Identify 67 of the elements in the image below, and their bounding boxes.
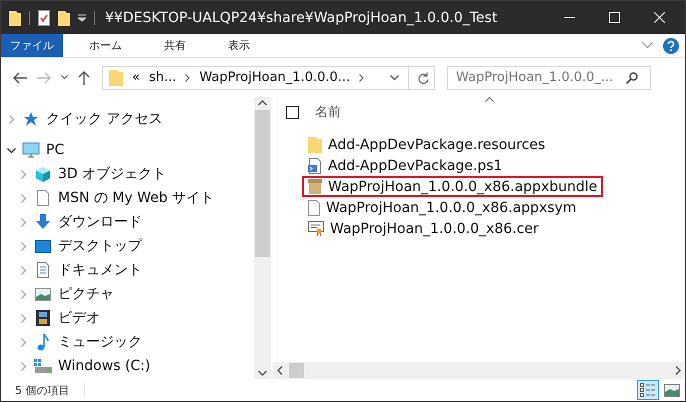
window-title: ¥¥DESKTOP-UALQP24¥share¥WapProjHoan_1.0.0.0_Test bbox=[105, 10, 498, 26]
ribbon-tab[interactable]: ファイル bbox=[1, 34, 63, 57]
close-icon[interactable] bbox=[654, 12, 665, 23]
monitor-icon bbox=[22, 142, 40, 158]
up-icon[interactable] bbox=[78, 70, 90, 84]
refresh-icon[interactable] bbox=[418, 72, 429, 84]
address-bar[interactable]: « sh... WapProjHoan_1.0.0.0... bbox=[102, 66, 435, 90]
breadcrumb[interactable]: « bbox=[132, 70, 140, 85]
download-arrow-icon bbox=[35, 214, 51, 230]
scrollbar-thumb[interactable] bbox=[289, 363, 304, 378]
maximize-icon[interactable] bbox=[609, 12, 620, 23]
cube-icon bbox=[35, 166, 51, 182]
nav-item[interactable]: ドキュメント bbox=[58, 261, 142, 279]
properties-icon[interactable] bbox=[38, 10, 50, 26]
folder-icon[interactable] bbox=[58, 10, 70, 26]
nav-item[interactable]: Windows (C:) bbox=[58, 358, 150, 374]
select-all-checkbox[interactable] bbox=[286, 106, 299, 118]
nav-item[interactable]: MSN の My Web サイト bbox=[58, 189, 214, 207]
scroll-left-icon[interactable] bbox=[277, 366, 283, 375]
nav-item[interactable]: PC bbox=[46, 142, 64, 158]
back-icon[interactable] bbox=[13, 72, 27, 84]
file-name[interactable]: WapProjHoan_1.0.0.0_x86.appxsym bbox=[326, 200, 576, 216]
nav-item[interactable]: デスクトップ bbox=[58, 237, 142, 255]
item-count: 5 個の項目 bbox=[15, 382, 70, 398]
breadcrumb[interactable]: sh... bbox=[148, 70, 176, 85]
scroll-down-icon[interactable] bbox=[258, 370, 267, 376]
details-view-button[interactable] bbox=[637, 380, 659, 400]
file-name[interactable]: WapProjHoan_1.0.0.0_x86.appxbundle bbox=[328, 178, 598, 194]
document-icon bbox=[37, 262, 49, 278]
expand-ribbon-icon[interactable] bbox=[642, 42, 653, 49]
scroll-up-icon[interactable] bbox=[258, 100, 267, 106]
nav-item[interactable]: ダウンロード bbox=[58, 213, 142, 231]
column-header[interactable]: 名前 bbox=[315, 103, 341, 121]
sort-caret-icon bbox=[485, 97, 494, 102]
film-icon bbox=[36, 310, 50, 326]
search-icon bbox=[626, 72, 638, 84]
page-icon bbox=[37, 190, 49, 206]
recent-icon[interactable] bbox=[61, 75, 68, 80]
scrollbar-thumb[interactable] bbox=[255, 110, 270, 257]
chevron-icon[interactable] bbox=[185, 74, 190, 82]
nav-item[interactable]: ミュージック bbox=[58, 333, 142, 351]
scroll-right-icon[interactable] bbox=[675, 366, 681, 375]
drive-icon bbox=[34, 359, 52, 373]
search-field[interactable]: WapProjHoan_1.0.0.0_... bbox=[447, 66, 651, 90]
expand-caret-icon[interactable] bbox=[7, 146, 16, 154]
music-note-icon bbox=[37, 333, 49, 351]
certificate-icon bbox=[308, 221, 324, 236]
folder-icon bbox=[308, 136, 322, 153]
help-icon[interactable] bbox=[663, 38, 679, 54]
file-icon bbox=[308, 200, 320, 216]
file-name[interactable]: Add-AppDevPackage.ps1 bbox=[328, 158, 502, 174]
file-name[interactable]: Add-AppDevPackage.resources bbox=[328, 136, 546, 152]
nav-item[interactable]: クイック アクセス bbox=[46, 110, 162, 128]
folder-icon[interactable] bbox=[9, 10, 21, 26]
script-file-icon bbox=[308, 158, 322, 174]
breadcrumb[interactable]: WapProjHoan_1.0.0.0... bbox=[199, 70, 350, 85]
dropdown-icon[interactable] bbox=[390, 74, 399, 80]
nav-item[interactable]: 3D オブジェクト bbox=[58, 165, 166, 183]
file-name[interactable]: WapProjHoan_1.0.0.0_x86.cer bbox=[330, 220, 539, 236]
nav-item[interactable]: ビデオ bbox=[58, 309, 100, 327]
desktop-icon bbox=[35, 240, 51, 252]
star-icon bbox=[23, 111, 39, 127]
picture-icon bbox=[35, 288, 51, 300]
package-icon bbox=[308, 179, 322, 194]
folder-icon bbox=[109, 69, 123, 86]
nav-item[interactable]: ピクチャ bbox=[58, 285, 114, 303]
chevron-icon[interactable] bbox=[359, 74, 364, 82]
